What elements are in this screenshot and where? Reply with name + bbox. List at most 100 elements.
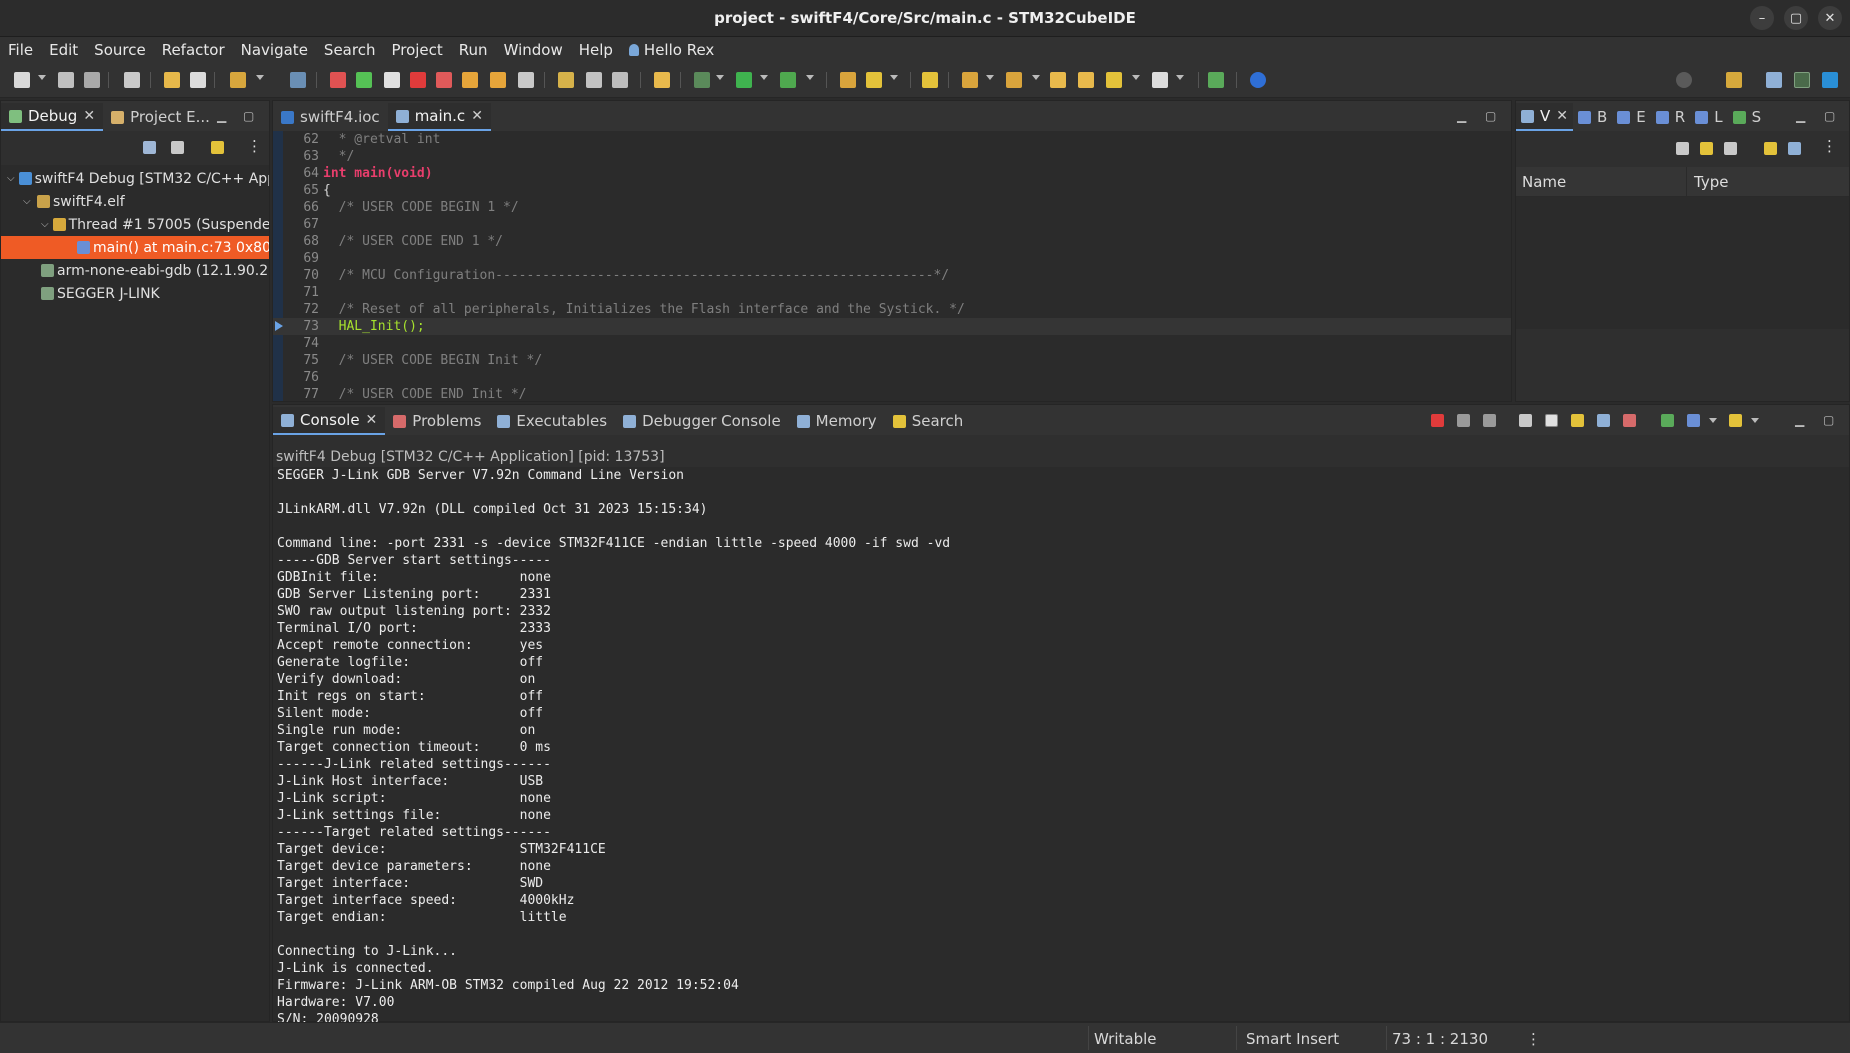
collapse-all-icon[interactable] bbox=[1724, 142, 1737, 155]
code-editor[interactable]: 62 * @retval int 63 */ 64 int main(void) … bbox=[273, 131, 1511, 401]
terminate-icon[interactable] bbox=[1431, 414, 1444, 427]
previous-annotation-icon[interactable] bbox=[1006, 72, 1022, 88]
save-all-icon[interactable] bbox=[84, 72, 100, 88]
step-return-icon[interactable] bbox=[518, 72, 534, 88]
tree-item-elf[interactable]: ⌵ swiftF4.elf bbox=[1, 190, 269, 213]
step-into-icon[interactable] bbox=[462, 72, 478, 88]
menu-run[interactable]: Run bbox=[459, 41, 488, 59]
show-on-error-icon[interactable] bbox=[1623, 414, 1636, 427]
tab-main-c[interactable]: main.c ✕ bbox=[387, 103, 491, 131]
tab-expressions[interactable]: E bbox=[1612, 103, 1650, 131]
tree-item-gdb[interactable]: arm-none-eabi-gdb (12.1.90.202 bbox=[1, 259, 269, 282]
debug-dropdown-icon[interactable] bbox=[716, 75, 724, 80]
clear-console-icon[interactable] bbox=[1519, 414, 1532, 427]
chevron-down-icon[interactable]: ⌵ bbox=[41, 219, 49, 230]
code-line[interactable]: 72 /* Reset of all peripherals, Initiali… bbox=[273, 301, 1511, 318]
code-line[interactable]: 77 /* USER CODE END Init */ bbox=[273, 386, 1511, 401]
open-console-icon[interactable] bbox=[1729, 414, 1742, 427]
instruction-step-icon[interactable] bbox=[558, 72, 574, 88]
code-line[interactable]: 71 bbox=[273, 284, 1511, 301]
restart-icon[interactable] bbox=[586, 72, 602, 88]
maximize-view-icon[interactable]: ▢ bbox=[1824, 109, 1835, 123]
code-line[interactable]: 66 /* USER CODE BEGIN 1 */ bbox=[273, 199, 1511, 216]
pin-console-icon[interactable] bbox=[1661, 414, 1674, 427]
minimize-editor-icon[interactable]: ▁ bbox=[1457, 109, 1466, 123]
next-annotation-icon[interactable] bbox=[962, 72, 978, 88]
new-file-icon[interactable] bbox=[14, 72, 30, 88]
close-icon[interactable]: ✕ bbox=[1556, 108, 1568, 124]
code-line[interactable]: 63 */ bbox=[273, 148, 1511, 165]
minimize-button[interactable]: – bbox=[1750, 6, 1774, 30]
forward-dropdown-icon[interactable] bbox=[1176, 75, 1184, 80]
terminate-icon[interactable] bbox=[410, 72, 426, 88]
device-perspective-icon[interactable] bbox=[1822, 72, 1838, 88]
minimize-view-icon[interactable]: ▁ bbox=[1796, 109, 1805, 123]
debug-config-icon[interactable] bbox=[290, 72, 306, 88]
remove-terminated-icon[interactable] bbox=[171, 141, 184, 154]
column-name[interactable]: Name bbox=[1522, 173, 1566, 191]
console-output[interactable]: SEGGER J-Link GDB Server V7.92n Command … bbox=[273, 467, 1849, 1027]
tab-registers[interactable]: R bbox=[1651, 103, 1690, 131]
menu-window[interactable]: Window bbox=[504, 41, 563, 59]
debug-icon[interactable] bbox=[694, 72, 710, 88]
debug-perspective-icon[interactable] bbox=[1794, 72, 1810, 88]
step-filter-icon[interactable] bbox=[211, 141, 224, 154]
display-console-dropdown-icon[interactable] bbox=[1709, 418, 1717, 423]
tree-item-launch[interactable]: ⌵ swiftF4 Debug [STM32 C/C++ Appli bbox=[1, 167, 269, 190]
user-menu[interactable]: Hello Rex bbox=[628, 41, 714, 59]
show-on-output-icon[interactable] bbox=[1597, 414, 1610, 427]
step-over-icon[interactable] bbox=[490, 72, 506, 88]
code-line[interactable]: 69 bbox=[273, 250, 1511, 267]
tree-item-jlink[interactable]: SEGGER J-LINK bbox=[1, 282, 269, 305]
collapse-all-icon[interactable] bbox=[143, 141, 156, 154]
tab-variables[interactable]: V ✕ bbox=[1516, 103, 1573, 131]
redo-icon[interactable] bbox=[190, 72, 206, 88]
close-window-button[interactable]: ✕ bbox=[1818, 6, 1842, 30]
show-logical-structure-icon[interactable] bbox=[1700, 142, 1713, 155]
maximize-view-icon[interactable]: ▢ bbox=[1823, 413, 1834, 427]
word-wrap-icon[interactable] bbox=[1571, 414, 1584, 427]
add-variable-icon[interactable] bbox=[1764, 142, 1777, 155]
current-instruction-line[interactable]: 73 HAL_Init(); bbox=[273, 318, 1511, 335]
save-icon[interactable] bbox=[58, 72, 74, 88]
show-type-names-icon[interactable] bbox=[1676, 142, 1689, 155]
display-console-icon[interactable] bbox=[1687, 414, 1700, 427]
tab-swiftf4-ioc[interactable]: swiftF4.ioc bbox=[273, 103, 388, 131]
remove-all-terminated-icon[interactable] bbox=[1483, 414, 1496, 427]
status-menu-icon[interactable]: ⋮ bbox=[1526, 1030, 1541, 1048]
open-console-dropdown-icon[interactable] bbox=[1751, 418, 1759, 423]
code-line[interactable]: 75 /* USER CODE BEGIN Init */ bbox=[273, 352, 1511, 369]
search-icon[interactable] bbox=[1676, 72, 1692, 88]
cpp-perspective-icon[interactable] bbox=[1766, 72, 1782, 88]
disconnect-icon[interactable] bbox=[436, 72, 452, 88]
run-icon[interactable] bbox=[736, 72, 752, 88]
back-history-icon[interactable] bbox=[1078, 72, 1094, 88]
code-line[interactable]: 62 * @retval int bbox=[273, 131, 1511, 148]
view-menu-icon[interactable]: ⋮ bbox=[247, 137, 262, 155]
tab-live-expressions[interactable]: L bbox=[1690, 103, 1727, 131]
select-all-icon[interactable] bbox=[1788, 142, 1801, 155]
scroll-lock-icon[interactable] bbox=[1545, 414, 1558, 427]
variables-table[interactable] bbox=[1516, 197, 1849, 329]
build-icon[interactable] bbox=[124, 72, 140, 88]
tab-sfrs[interactable]: S bbox=[1728, 103, 1767, 131]
undo-icon[interactable] bbox=[164, 72, 180, 88]
info-icon[interactable] bbox=[1250, 72, 1266, 88]
menu-file[interactable]: File bbox=[8, 41, 33, 59]
forward-icon[interactable] bbox=[1152, 72, 1168, 88]
menu-search[interactable]: Search bbox=[324, 41, 376, 59]
skip-breakpoints-icon[interactable] bbox=[230, 72, 246, 88]
back-icon[interactable] bbox=[1106, 72, 1122, 88]
minimize-view-icon[interactable]: ▁ bbox=[1795, 413, 1804, 427]
code-line[interactable]: 74 bbox=[273, 335, 1511, 352]
code-line[interactable]: 68 /* USER CODE END 1 */ bbox=[273, 233, 1511, 250]
tab-project-explorer[interactable]: Project E... bbox=[103, 103, 218, 131]
reset-icon[interactable] bbox=[612, 72, 628, 88]
tree-item-thread[interactable]: ⌵ Thread #1 57005 (Suspended bbox=[1, 213, 269, 236]
tree-item-stack-frame[interactable]: main() at main.c:73 0x8000 bbox=[1, 236, 269, 259]
status-insert-mode[interactable]: Smart Insert bbox=[1246, 1030, 1339, 1048]
device-config-icon[interactable] bbox=[654, 72, 670, 88]
tab-debug[interactable]: Debug ✕ bbox=[1, 103, 104, 131]
external-tools-icon[interactable] bbox=[780, 72, 796, 88]
column-divider[interactable] bbox=[1686, 167, 1687, 197]
